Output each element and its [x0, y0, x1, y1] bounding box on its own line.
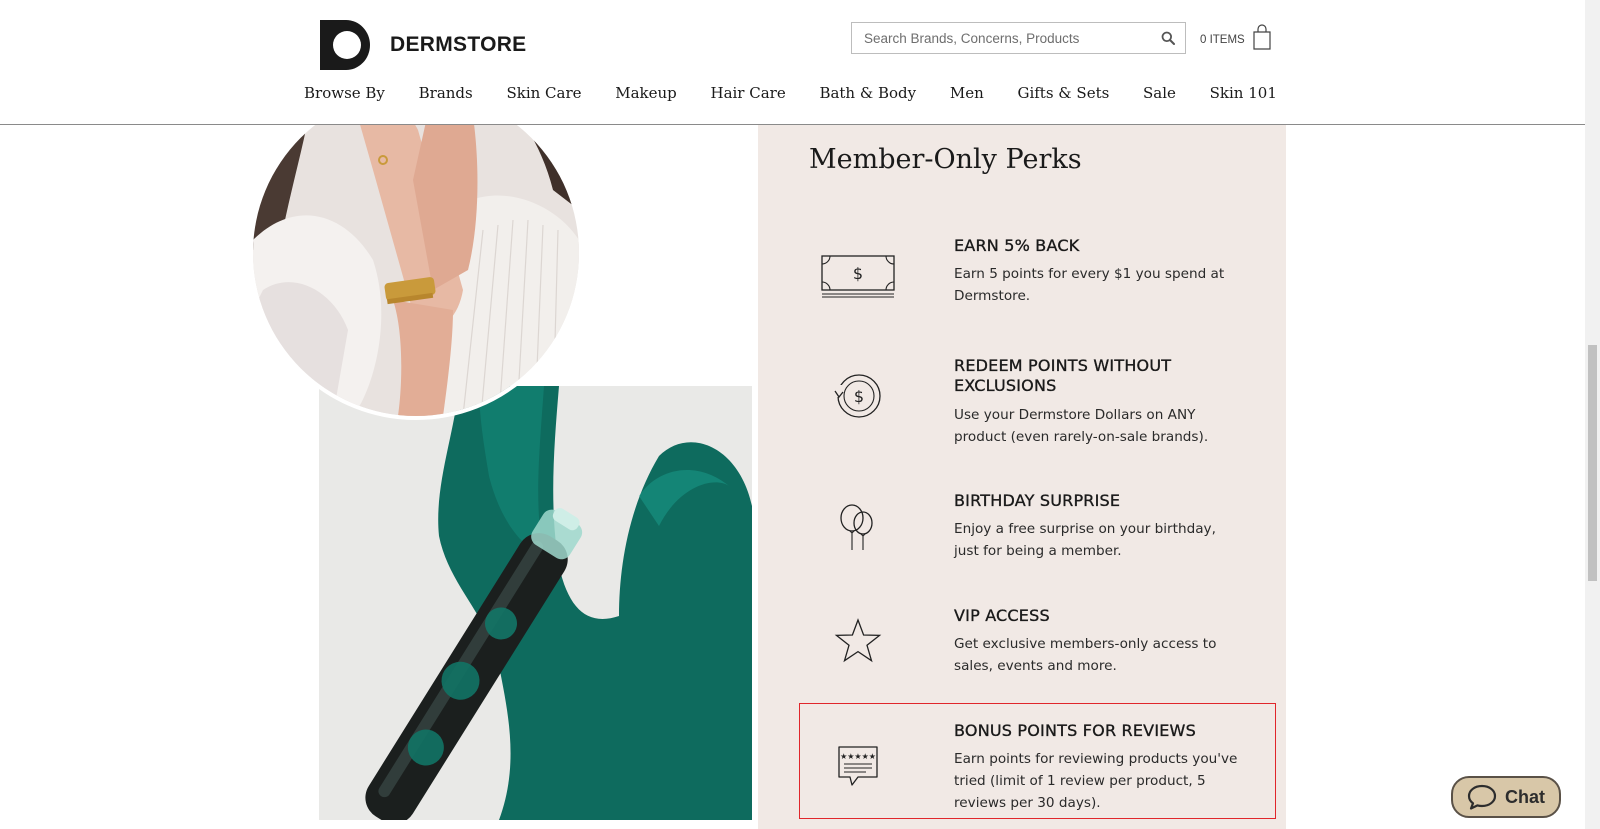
nav-men[interactable]: Men: [950, 84, 984, 102]
main-nav: Browse By Brands Skin Care Makeup Hair C…: [304, 84, 1277, 102]
redeem-coin-icon: $: [818, 366, 898, 426]
search-box: [851, 22, 1186, 54]
cart-count: 0 ITEMS: [1200, 34, 1245, 46]
nav-bath-body[interactable]: Bath & Body: [819, 84, 916, 102]
shopping-bag-icon: [1253, 24, 1271, 50]
serum-dropper-art: [319, 386, 752, 820]
balloons-icon: [818, 497, 898, 557]
nav-hair-care[interactable]: Hair Care: [710, 84, 785, 102]
cart-button[interactable]: 0 ITEMS: [1200, 24, 1272, 50]
scrollbar-thumb[interactable]: [1588, 345, 1597, 581]
search-input[interactable]: [852, 24, 1151, 52]
nav-makeup[interactable]: Makeup: [615, 84, 677, 102]
nav-browse-by[interactable]: Browse By: [304, 84, 385, 102]
search-button[interactable]: [1151, 23, 1185, 53]
perk-heading: EARN 5% BACK: [954, 236, 1080, 255]
nav-sale[interactable]: Sale: [1143, 84, 1176, 102]
nav-gifts-sets[interactable]: Gifts & Sets: [1017, 84, 1109, 102]
chat-bubble-icon: [1467, 784, 1497, 810]
perk-description: Enjoy a free surprise on your birthday, …: [954, 521, 1216, 559]
chat-label: Chat: [1505, 786, 1545, 807]
dollar-bill-icon: $: [818, 246, 898, 306]
perk-description: Use your Dermstore Dollars on ANY produc…: [954, 407, 1209, 445]
perk-heading: VIP ACCESS: [954, 606, 1050, 625]
svg-text:$: $: [853, 264, 863, 283]
member-perks-panel: Member-Only Perks $ EARN 5% BACK Earn 5 …: [758, 124, 1286, 829]
review-bubble-icon: ★★★★★: [818, 736, 898, 796]
perk-heading: BONUS POINTS FOR REVIEWS: [954, 721, 1196, 740]
nav-brands[interactable]: Brands: [419, 84, 473, 102]
perk-heading: BIRTHDAY SURPRISE: [954, 491, 1121, 510]
serum-dropper-photo: [319, 386, 752, 820]
dermstore-logo[interactable]: DERMSTORE: [320, 20, 527, 70]
svg-text:★★★★★: ★★★★★: [840, 752, 876, 761]
hands-photo-art: [253, 90, 579, 416]
nav-skin-care[interactable]: Skin Care: [506, 84, 581, 102]
svg-text:$: $: [854, 387, 864, 406]
hands-photo: [249, 86, 583, 420]
logo-text: DERMSTORE: [390, 33, 527, 56]
nav-skin-101[interactable]: Skin 101: [1210, 84, 1277, 102]
perk-description: Get exclusive members-only access to sal…: [954, 636, 1217, 674]
chat-button[interactable]: Chat: [1451, 776, 1561, 818]
dermstore-logo-icon: [320, 20, 370, 70]
perk-description: Earn points for reviewing products you'v…: [954, 751, 1238, 811]
star-icon: [818, 611, 898, 671]
search-icon: [1161, 31, 1175, 45]
perks-title: Member-Only Perks: [809, 144, 1082, 175]
perk-heading: REDEEM POINTS WITHOUT EXCLUSIONS: [954, 356, 1172, 395]
site-header: DERMSTORE 0 ITEMS Browse By Brands Skin …: [0, 0, 1585, 125]
page-scrollbar[interactable]: [1585, 0, 1600, 829]
perk-description: Earn 5 points for every $1 you spend at …: [954, 266, 1225, 304]
